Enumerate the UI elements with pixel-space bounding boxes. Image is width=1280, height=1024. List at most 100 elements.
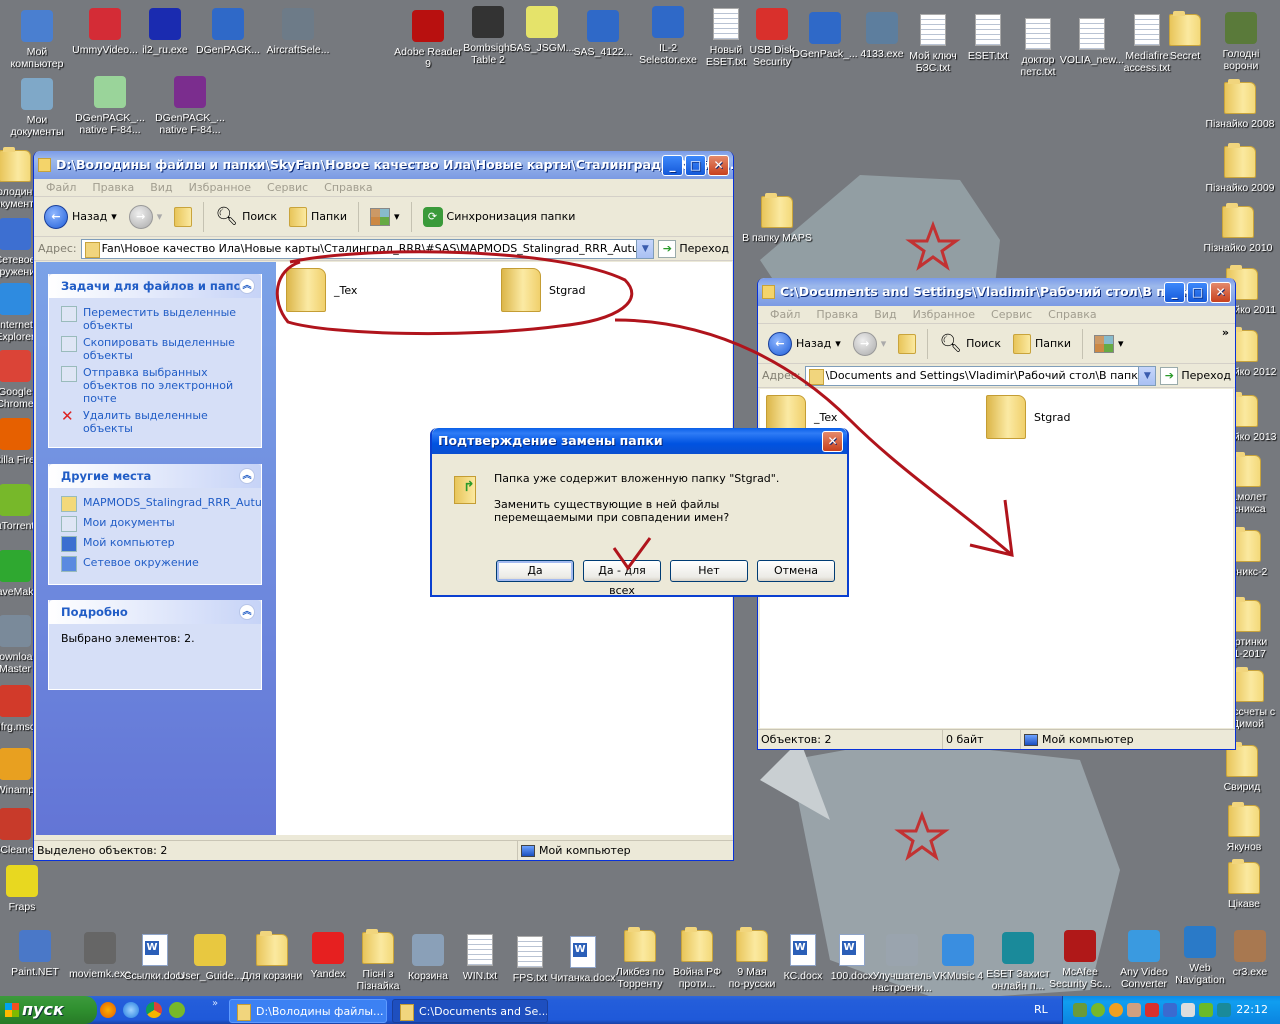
- desktop-icon[interactable]: Голодні ворони: [1203, 12, 1279, 72]
- desktop-icon[interactable]: Мой компьютер: [0, 10, 75, 70]
- minimize-button[interactable]: _: [1164, 282, 1185, 303]
- collapse-chevron-icon[interactable]: ︽: [239, 278, 255, 294]
- tray-app-icon[interactable]: [1109, 1003, 1123, 1017]
- panel-header[interactable]: Задачи для файлов и папок ︽: [49, 274, 261, 298]
- toolbar-overflow-button[interactable]: »: [1222, 326, 1229, 339]
- menu-edit[interactable]: Правка: [808, 306, 866, 323]
- menu-view[interactable]: Вид: [142, 179, 180, 196]
- task-delete[interactable]: ✕ Удалить выделенные объекты: [61, 409, 251, 436]
- folder-item[interactable]: Stgrad: [986, 395, 1071, 439]
- desktop-icon[interactable]: В папку MAPS: [739, 193, 815, 244]
- title-bar[interactable]: D:\Володины файлы и папки\SkyFan\Новое к…: [34, 151, 733, 179]
- desktop-icon[interactable]: Пізнайко 2009: [1202, 143, 1278, 194]
- maximize-button[interactable]: □: [685, 155, 706, 176]
- firefox-icon[interactable]: [100, 1002, 116, 1018]
- close-button[interactable]: ✕: [708, 155, 729, 176]
- up-folder-button[interactable]: [894, 332, 920, 356]
- task-copy[interactable]: Скопировать выделенные объекты: [61, 336, 251, 362]
- collapse-chevron-icon[interactable]: ︽: [239, 604, 255, 620]
- go-button[interactable]: ➔ Переход: [1160, 366, 1231, 385]
- task-move[interactable]: Переместить выделенные объекты: [61, 306, 251, 332]
- folders-button[interactable]: Папки: [285, 205, 351, 229]
- forward-button[interactable]: → ▾: [849, 330, 891, 358]
- menu-view[interactable]: Вид: [866, 306, 904, 323]
- folder-item[interactable]: _Tex: [286, 268, 357, 312]
- close-button[interactable]: ✕: [1210, 282, 1231, 303]
- messenger-icon[interactable]: [1127, 1003, 1141, 1017]
- menu-favorites[interactable]: Избранное: [181, 179, 259, 196]
- collapse-chevron-icon[interactable]: ︽: [239, 468, 255, 484]
- network-icon[interactable]: [1163, 1003, 1177, 1017]
- menu-help[interactable]: Справка: [316, 179, 380, 196]
- place-my-documents[interactable]: Мои документы: [61, 516, 251, 532]
- address-input[interactable]: Fan\Новое качество Ила\Новые карты\Стали…: [80, 238, 655, 259]
- minimize-button[interactable]: _: [662, 155, 683, 176]
- dropdown-arrow-icon[interactable]: ▾: [835, 337, 841, 350]
- desktop-icon[interactable]: Fraps: [0, 865, 60, 913]
- utorrent-icon[interactable]: [169, 1002, 185, 1018]
- title-bar[interactable]: C:\Documents and Settings\Vladimir\Рабоч…: [758, 278, 1235, 306]
- address-dropdown-button[interactable]: ▼: [636, 239, 654, 258]
- address-dropdown-button[interactable]: ▼: [1138, 366, 1156, 385]
- maximize-button[interactable]: □: [1187, 282, 1208, 303]
- back-button[interactable]: ← Назад ▾: [764, 330, 845, 358]
- sync-folder-button[interactable]: ⟳ Синхронизация папки: [419, 205, 580, 229]
- menu-file[interactable]: Файл: [38, 179, 84, 196]
- nvidia-icon[interactable]: [1199, 1003, 1213, 1017]
- panel-header[interactable]: Другие места ︽: [49, 464, 261, 488]
- place-my-computer[interactable]: Мой компьютер: [61, 536, 251, 552]
- up-folder-button[interactable]: [170, 205, 196, 229]
- no-button[interactable]: Нет: [670, 560, 748, 582]
- search-button[interactable]: 🔍︎ Поиск: [211, 204, 281, 229]
- desktop-icon[interactable]: Пізнайко 2008: [1202, 79, 1278, 130]
- menu-help[interactable]: Справка: [1040, 306, 1104, 323]
- desktop-icon[interactable]: DGenPACK...: [190, 8, 266, 56]
- task-email[interactable]: Отправка выбранных объектов по электронн…: [61, 366, 251, 405]
- search-button[interactable]: 🔍︎ Поиск: [935, 331, 1005, 356]
- go-button[interactable]: ➔ Переход: [658, 239, 729, 258]
- usb-security-icon[interactable]: [1145, 1003, 1159, 1017]
- desktop-icon[interactable]: Цікаве: [1206, 859, 1280, 910]
- yes-button[interactable]: Да: [496, 560, 574, 582]
- forward-button[interactable]: → ▾: [125, 203, 167, 231]
- panel-header[interactable]: Подробно ︽: [49, 600, 261, 624]
- back-button[interactable]: ← Назад ▾: [40, 203, 121, 231]
- desktop-icon[interactable]: Якунов: [1206, 802, 1280, 853]
- desktop-icon[interactable]: DGenPACK_... native F-84...: [72, 76, 148, 136]
- menu-tools[interactable]: Сервис: [259, 179, 316, 196]
- chrome-icon[interactable]: [146, 1002, 162, 1018]
- language-indicator[interactable]: RL: [1034, 996, 1048, 1024]
- menu-tools[interactable]: Сервис: [983, 306, 1040, 323]
- taskbar-button-window2[interactable]: C:\Documents and Se...: [392, 999, 548, 1023]
- place-network[interactable]: Сетевое окружение: [61, 556, 251, 572]
- desktop-icon[interactable]: Пізнайко 2010: [1200, 203, 1276, 254]
- cancel-button[interactable]: Отмена: [757, 560, 835, 582]
- desktop-icon[interactable]: DGenPACK_... native F-84...: [152, 76, 228, 136]
- start-button[interactable]: пуск: [0, 996, 97, 1024]
- folders-button[interactable]: Папки: [1009, 332, 1075, 356]
- quick-launch-expand-icon[interactable]: »: [212, 998, 218, 1009]
- yes-to-all-button[interactable]: Да - для всех: [583, 560, 661, 597]
- ie-icon[interactable]: [123, 1002, 139, 1018]
- eset-icon[interactable]: [1217, 1003, 1231, 1017]
- folder-item[interactable]: Stgrad: [501, 268, 586, 312]
- close-button[interactable]: ✕: [822, 431, 843, 452]
- menu-file[interactable]: Файл: [762, 306, 808, 323]
- views-button[interactable]: ▾: [366, 206, 404, 228]
- desktop-icon[interactable]: Мои документы: [0, 78, 75, 138]
- taskbar-button-window1[interactable]: D:\Володины файлы...: [229, 999, 387, 1023]
- volume-icon[interactable]: [1181, 1003, 1195, 1017]
- utorrent-tray-icon[interactable]: [1091, 1003, 1105, 1017]
- address-input[interactable]: \Documents and Settings\Vladimir\Рабочий…: [804, 365, 1157, 386]
- desktop-icon[interactable]: Свирид: [1204, 742, 1280, 793]
- menu-favorites[interactable]: Избранное: [905, 306, 983, 323]
- menu-edit[interactable]: Правка: [84, 179, 142, 196]
- dialog-title-bar[interactable]: Подтверждение замены папки ✕: [432, 428, 847, 454]
- safely-remove-icon[interactable]: [1073, 1003, 1087, 1017]
- clock[interactable]: 22:12: [1236, 996, 1268, 1024]
- desktop-icon[interactable]: AircraftSele...: [260, 8, 336, 56]
- dropdown-arrow-icon[interactable]: ▾: [111, 210, 117, 223]
- views-button[interactable]: ▾: [1090, 333, 1128, 355]
- desktop-icon[interactable]: cr3.exe: [1212, 930, 1280, 978]
- place-parent-folder[interactable]: MAPMODS_Stalingrad_RRR_Autu: [61, 496, 262, 512]
